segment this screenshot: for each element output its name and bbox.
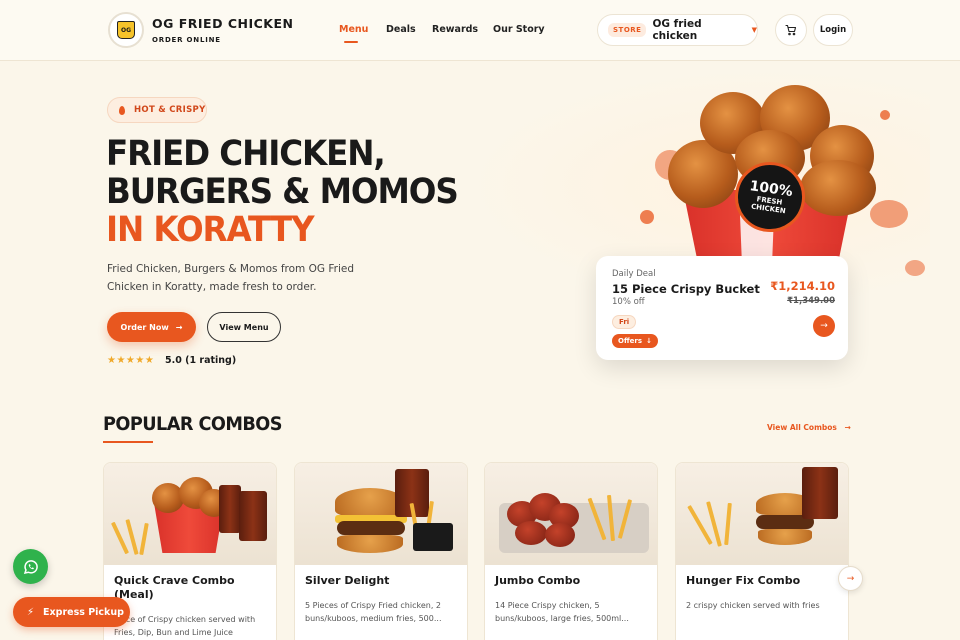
hero-description: Fried Chicken, Burgers & Momos from OG F…: [107, 263, 355, 293]
brand-name[interactable]: OG FRIED CHICKEN: [152, 16, 293, 31]
section-title: POPULAR COMBOS: [103, 413, 283, 435]
combo-image: [485, 463, 657, 565]
section-underline: [103, 441, 153, 443]
combo-description: 2 crispy chicken served with fries: [686, 601, 820, 610]
chicken-piece: [800, 160, 876, 216]
bucket-logo-icon: OG: [117, 21, 135, 39]
deal-old-price: ₹1,349.00: [787, 296, 835, 306]
arrow-right-icon: →: [820, 321, 828, 331]
hot-crispy-pill: HOT & CRISPY: [107, 97, 207, 123]
daily-deal-card[interactable]: Daily Deal 15 Piece Crispy Bucket 10% of…: [596, 256, 848, 360]
order-now-label: Order Now: [120, 322, 169, 332]
deal-day-tag: Fri: [612, 315, 637, 329]
store-selector[interactable]: STORE OG fried chicken ▼: [597, 14, 758, 46]
brand-subtitle: ORDER ONLINE: [152, 36, 221, 44]
drink-cup: [219, 485, 241, 533]
deal-go-button[interactable]: →: [813, 315, 835, 337]
combo-description: 14 Piece Crispy chicken, 5 buns/kuboos, …: [495, 601, 629, 623]
hero-title-line3: IN KORATTY: [106, 210, 315, 250]
burger-bun: [758, 529, 812, 545]
view-all-combos-link[interactable]: View All Combos →: [767, 423, 851, 432]
login-button[interactable]: Login: [813, 14, 853, 46]
hero-title-line2: BURGERS & MOMOS: [106, 172, 459, 212]
sauce-splash: [905, 260, 925, 276]
drink-cup: [239, 491, 267, 541]
combo-image: [295, 463, 467, 565]
order-now-button[interactable]: Order Now →: [107, 312, 196, 342]
fry: [139, 522, 149, 556]
combo-title: Jumbo Combo: [495, 574, 581, 587]
nav-rewards[interactable]: Rewards: [432, 24, 478, 35]
combo-description: Piece of Crispy chicken served with Frie…: [114, 615, 256, 637]
combo-card[interactable]: Hunger Fix Combo 2 crispy chicken served…: [675, 462, 849, 640]
burger-patty: [337, 521, 405, 535]
hero-title-line1: FRIED CHICKEN,: [106, 134, 386, 174]
deal-discount: 10% off: [612, 297, 645, 307]
arrow-down-icon: ↓: [646, 337, 652, 345]
site-header: OG OG FRIED CHICKEN ORDER ONLINE Menu De…: [0, 0, 960, 61]
rating-stars: ★★★★★: [107, 355, 155, 366]
store-tag: STORE: [608, 23, 647, 37]
combo-description: 5 Pieces of Crispy Fried chicken, 2 buns…: [305, 601, 442, 623]
store-name: OG fried chicken: [652, 18, 702, 42]
arrow-right-icon: →: [175, 322, 183, 332]
drink-cup: [802, 467, 838, 519]
chicken-wing: [515, 521, 547, 545]
arrow-right-icon: →: [844, 423, 851, 432]
burger-bun: [337, 535, 403, 553]
express-pickup-label: Express Pickup: [43, 606, 124, 618]
logo-text: OG: [120, 26, 132, 34]
deal-name: 15 Piece Crispy Bucket: [612, 282, 760, 296]
nav-menu[interactable]: Menu: [339, 24, 368, 35]
nav-active-underline: [344, 41, 358, 43]
sauce-splash: [880, 110, 890, 120]
deal-label: Daily Deal: [612, 269, 656, 279]
sauce-splash: [640, 210, 654, 224]
offers-label: Offers: [618, 337, 642, 345]
pill-label: HOT & CRISPY: [134, 105, 206, 115]
express-pickup-button[interactable]: ⚡ Express Pickup: [13, 597, 130, 627]
carousel-next-button[interactable]: →: [838, 566, 863, 591]
whatsapp-button[interactable]: [13, 549, 48, 584]
combo-title: Silver Delight: [305, 574, 390, 587]
combo-image: [676, 463, 848, 565]
nav-deals[interactable]: Deals: [386, 24, 416, 35]
combo-card[interactable]: Silver Delight 5 Pieces of Crispy Fried …: [294, 462, 468, 640]
cart-icon: [785, 24, 797, 36]
fry-box: [413, 523, 453, 551]
rating-text: 5.0 (1 rating): [165, 355, 237, 366]
combo-card[interactable]: Jumbo Combo 14 Piece Crispy chicken, 5 b…: [484, 462, 658, 640]
deal-price: ₹1,214.10: [770, 279, 835, 293]
view-all-label: View All Combos: [767, 423, 837, 432]
flame-icon: [119, 105, 125, 115]
combo-title: Hunger Fix Combo: [686, 574, 801, 587]
fry: [724, 502, 732, 546]
cart-button[interactable]: [775, 14, 807, 46]
offers-button[interactable]: Offers ↓: [612, 334, 658, 348]
combo-title: Quick Crave Combo (Meal): [114, 574, 235, 601]
nav-our-story[interactable]: Our Story: [493, 24, 545, 35]
view-menu-button[interactable]: View Menu: [207, 312, 281, 342]
arrow-right-icon: →: [846, 573, 855, 584]
brand-logo[interactable]: OG: [108, 12, 144, 48]
sauce-splash: [870, 200, 908, 228]
lightning-icon: ⚡: [27, 606, 35, 618]
chicken-wing: [545, 523, 575, 547]
combo-image: [104, 463, 276, 565]
whatsapp-icon: [23, 559, 38, 574]
chevron-down-icon: ▼: [751, 26, 757, 34]
